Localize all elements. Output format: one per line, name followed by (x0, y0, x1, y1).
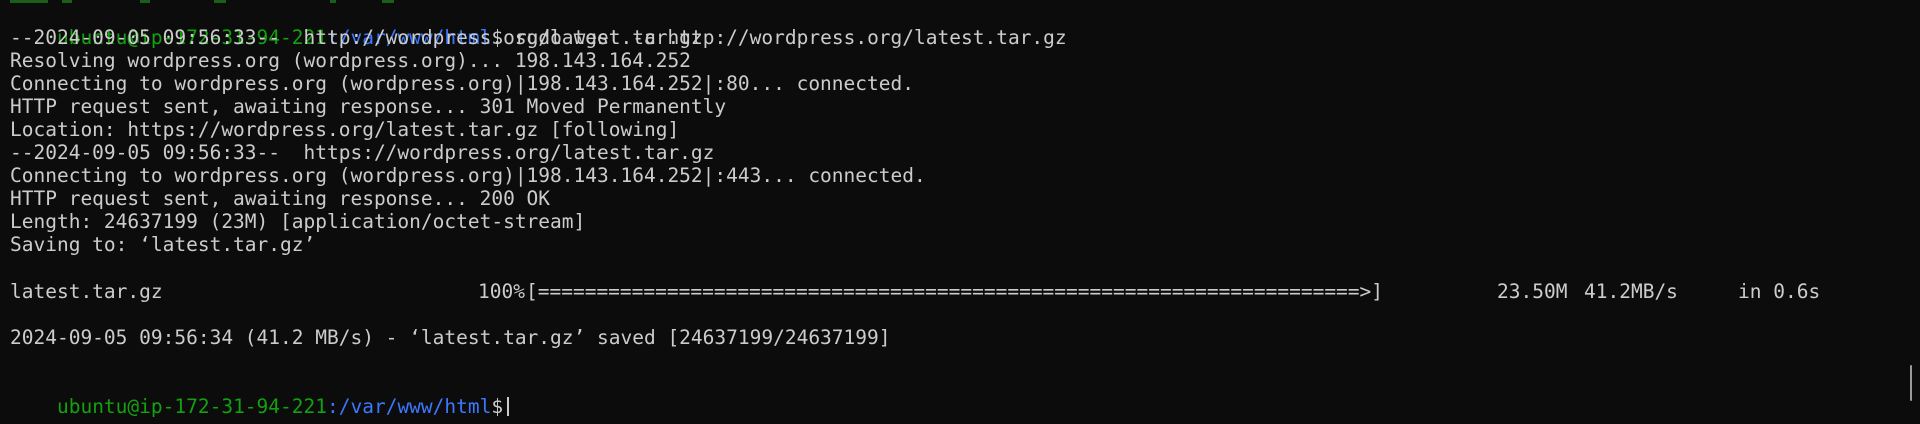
output-line: --2024-09-05 09:56:33-- http://wordpress… (10, 26, 703, 49)
progress-speed: 41.2MB/s (1584, 280, 1678, 303)
output-line: Resolving wordpress.org (wordpress.org).… (10, 49, 691, 72)
output-line: HTTP request sent, awaiting response... … (10, 187, 551, 210)
command-line: ubuntu@ip-172-31-94-221:/var/www/html$ s… (10, 3, 1067, 49)
text-cursor (507, 397, 510, 416)
prompt-user-host: ubuntu@ip-172-31-94-221 (56, 395, 327, 418)
output-line: --2024-09-05 09:56:33-- https://wordpres… (10, 141, 715, 164)
prompt-symbol: $ (491, 395, 504, 418)
prompt-line[interactable]: ubuntu@ip-172-31-94-221:/var/www/html$ (10, 372, 510, 418)
terminal-window[interactable]: ubuntu@ip-172-31-94-221:/var/www/html$ s… (0, 0, 1920, 424)
output-line: Connecting to wordpress.org (wordpress.o… (10, 164, 926, 187)
progress-bar: [=======================================… (526, 280, 1384, 303)
output-line: Location: https://wordpress.org/latest.t… (10, 118, 680, 141)
progress-time: in 0.6s (1738, 280, 1821, 303)
scrollbar-thumb[interactable] (1910, 365, 1912, 401)
prompt-path: :/var/www/html (327, 395, 492, 418)
saved-line: 2024-09-05 09:56:34 (41.2 MB/s) - ‘lates… (10, 326, 891, 349)
output-line: HTTP request sent, awaiting response... … (10, 95, 727, 118)
progress-filename: latest.tar.gz (10, 280, 163, 303)
output-line: Connecting to wordpress.org (wordpress.o… (10, 72, 914, 95)
progress-percent: 100% (478, 280, 525, 303)
output-line: Saving to: ‘latest.tar.gz’ (10, 233, 316, 256)
progress-size: 23.50M (1497, 280, 1568, 303)
output-line: Length: 24637199 (23M) [application/octe… (10, 210, 586, 233)
